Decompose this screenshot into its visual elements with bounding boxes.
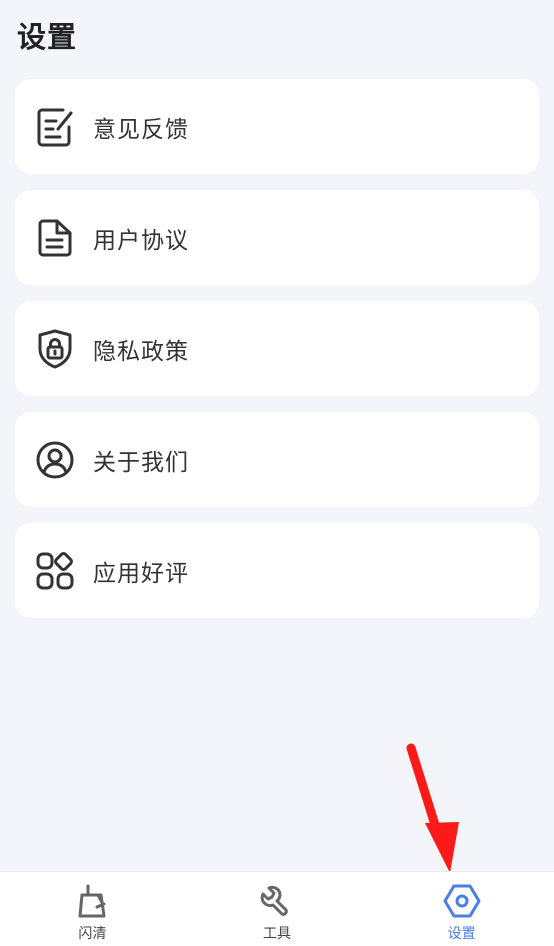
apps-grid-icon	[35, 551, 75, 591]
menu-item-label: 隐私政策	[93, 338, 189, 365]
settings-hexagon-icon	[442, 881, 482, 921]
tab-flash-clean[interactable]: 闪清	[0, 872, 185, 946]
menu-item-rate-app[interactable]: 应用好评	[15, 523, 539, 618]
menu-item-feedback[interactable]: 意见反馈	[15, 79, 539, 174]
menu-item-label: 应用好评	[93, 560, 189, 587]
menu-item-privacy-policy[interactable]: 隐私政策	[15, 301, 539, 396]
tab-label: 设置	[447, 926, 476, 942]
menu-item-label: 用户协议	[93, 227, 189, 254]
tab-label: 工具	[263, 926, 291, 942]
tab-tools[interactable]: 工具	[185, 872, 370, 946]
menu-item-about-us[interactable]: 关于我们	[15, 412, 539, 507]
page-title: 设置	[17, 20, 78, 54]
menu-item-label: 意见反馈	[93, 116, 189, 143]
settings-menu: 意见反馈 用户协议 隐私政策 关于我们 应用好评	[15, 79, 539, 634]
user-circle-icon	[35, 440, 75, 480]
feedback-edit-icon	[35, 107, 75, 147]
wrench-tool-icon	[257, 881, 297, 921]
menu-item-user-agreement[interactable]: 用户协议	[15, 190, 539, 285]
document-icon	[35, 218, 75, 258]
red-arrow-annotation	[406, 743, 459, 873]
bottom-tab-bar: 闪清 工具 设置	[0, 871, 554, 946]
tab-label: 闪清	[78, 926, 107, 942]
tab-settings[interactable]: 设置	[369, 872, 554, 946]
broom-clean-icon	[72, 881, 112, 921]
shield-lock-icon	[35, 329, 75, 369]
menu-item-label: 关于我们	[93, 449, 189, 476]
